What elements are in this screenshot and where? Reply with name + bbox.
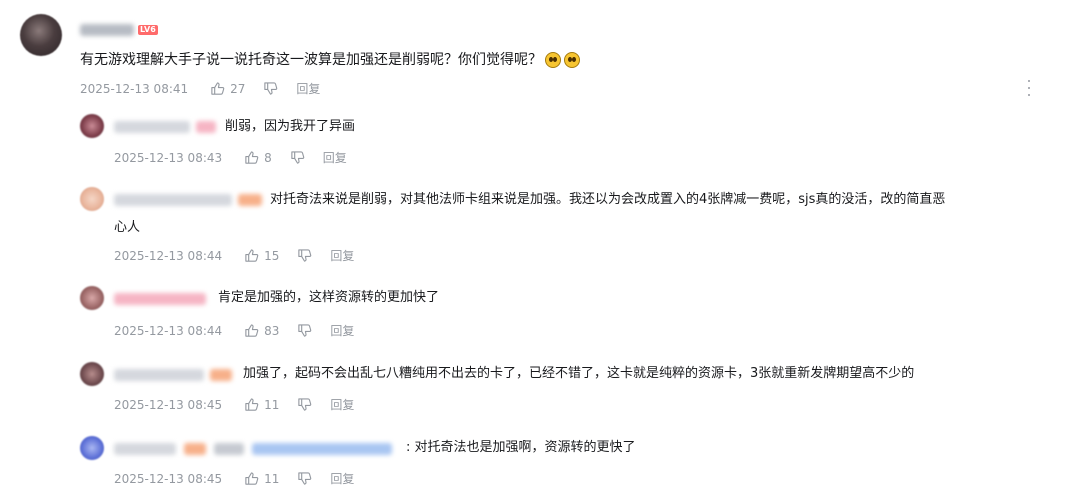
- level-badge: LV6: [138, 25, 158, 35]
- thumbs-up-icon: [245, 151, 259, 164]
- username[interactable]: [114, 368, 232, 382]
- like-button[interactable]: 27: [210, 81, 245, 96]
- avatar[interactable]: [20, 14, 62, 56]
- like-count: 11: [264, 397, 280, 412]
- timestamp: 2025-12-13 08:45: [114, 397, 223, 412]
- blurred-username: [80, 24, 134, 36]
- dislike-button[interactable]: [297, 471, 312, 486]
- comment-content: 有无游戏理解大手子说一说托奇这一波算是加强还是削弱呢？你们觉得呢？: [80, 50, 580, 70]
- dislike-button[interactable]: [297, 248, 312, 263]
- like-count: 83: [264, 323, 280, 338]
- avatar[interactable]: [80, 187, 104, 211]
- username[interactable]: [114, 193, 262, 207]
- dislike-button[interactable]: [290, 150, 305, 165]
- reply-button[interactable]: 回复: [323, 149, 347, 166]
- timestamp: 2025-12-13 08:44: [114, 323, 223, 338]
- like-button[interactable]: 15: [244, 248, 279, 263]
- reply-text: 削弱，因为我开了异画: [225, 119, 356, 134]
- avatar[interactable]: [80, 436, 104, 460]
- reply-button[interactable]: 回复: [330, 322, 354, 339]
- dislike-button[interactable]: [263, 81, 278, 96]
- thumbs-down-icon: [298, 249, 312, 262]
- blurred-username: [114, 121, 190, 133]
- thumbs-down-icon: [298, 472, 312, 485]
- thumbs-up-icon: [245, 249, 259, 262]
- comment-text: 有无游戏理解大手子说一说托奇这一波算是加强还是削弱呢？你们觉得呢？: [80, 52, 542, 68]
- timestamp: 2025-12-13 08:41: [80, 81, 189, 96]
- timestamp: 2025-12-13 08:44: [114, 248, 223, 263]
- blurred-badge: [210, 369, 232, 381]
- timestamp: 2025-12-13 08:45: [114, 471, 223, 486]
- reply-button[interactable]: 回复: [296, 80, 320, 97]
- like-count: 15: [264, 248, 280, 263]
- more-options-icon[interactable]: [1024, 80, 1034, 96]
- blurred-badge: [196, 121, 216, 133]
- reply-button[interactable]: 回复: [330, 247, 354, 264]
- timestamp: 2025-12-13 08:43: [114, 150, 223, 165]
- like-button[interactable]: 11: [244, 397, 279, 412]
- reply-text: 肯定是加强的，这样资源转的更加快了: [218, 290, 440, 305]
- doge-emoji-icon: [564, 52, 580, 68]
- like-button[interactable]: 83: [244, 323, 279, 338]
- like-button[interactable]: 11: [244, 471, 279, 486]
- username[interactable]: [114, 120, 216, 134]
- blurred-username: [114, 369, 204, 381]
- like-count: 8: [264, 150, 272, 165]
- reply-text: : 对托奇法也是加强啊，资源转的更快了: [406, 440, 636, 455]
- thumbs-up-icon: [245, 398, 259, 411]
- thumbs-up-icon: [211, 82, 225, 95]
- comment-meta: 2025-12-13 08:45 11 回复: [114, 396, 354, 413]
- doge-emoji-icon: [545, 52, 561, 68]
- dislike-button[interactable]: [297, 397, 312, 412]
- thumbs-up-icon: [245, 472, 259, 485]
- avatar[interactable]: [80, 286, 104, 310]
- comment-meta: 2025-12-13 08:44 83 回复: [114, 322, 354, 339]
- comment-meta: 2025-12-13 08:44 15 回复: [114, 247, 354, 264]
- dislike-button[interactable]: [297, 323, 312, 338]
- blurred-username: [114, 194, 232, 206]
- like-count: 11: [264, 471, 280, 486]
- reply-text: 加强了，起码不会出乱七八糟纯用不出去的卡了，已经不错了，这卡就是纯粹的资源卡，3…: [243, 366, 915, 381]
- avatar[interactable]: [80, 362, 104, 386]
- blurred-mention: [252, 443, 392, 455]
- thumbs-up-icon: [245, 324, 259, 337]
- comment-meta: 2025-12-13 08:45 11 回复: [114, 470, 354, 487]
- thumbs-down-icon: [298, 398, 312, 411]
- blurred-mention: [214, 443, 244, 455]
- reply-text-continued: 心人: [114, 220, 141, 235]
- blurred-badge: [238, 194, 262, 206]
- avatar[interactable]: [80, 114, 104, 138]
- reply-button[interactable]: 回复: [330, 396, 354, 413]
- reply-text: 对托奇法来说是削弱，对其他法师卡组来说是加强。我还以为会改成置入的4张牌减一费呢…: [270, 192, 946, 207]
- thumbs-down-icon: [264, 82, 278, 95]
- thumbs-down-icon: [298, 324, 312, 337]
- blurred-username: [114, 443, 176, 455]
- blurred-badge: [184, 443, 206, 455]
- reply-button[interactable]: 回复: [330, 470, 354, 487]
- username[interactable]: [114, 442, 392, 456]
- blurred-username: [114, 293, 206, 305]
- username[interactable]: [114, 292, 206, 306]
- main-comment: LV6 有无游戏理解大手子说一说托奇这一波算是加强还是削弱呢？你们觉得呢？ 20…: [0, 0, 1075, 110]
- comment-meta: 2025-12-13 08:43 8 回复: [114, 149, 347, 166]
- like-count: 27: [230, 81, 246, 96]
- comment-meta: 2025-12-13 08:41 27 回复: [80, 80, 320, 97]
- like-button[interactable]: 8: [244, 150, 272, 165]
- username[interactable]: LV6: [80, 23, 158, 37]
- thumbs-down-icon: [291, 151, 305, 164]
